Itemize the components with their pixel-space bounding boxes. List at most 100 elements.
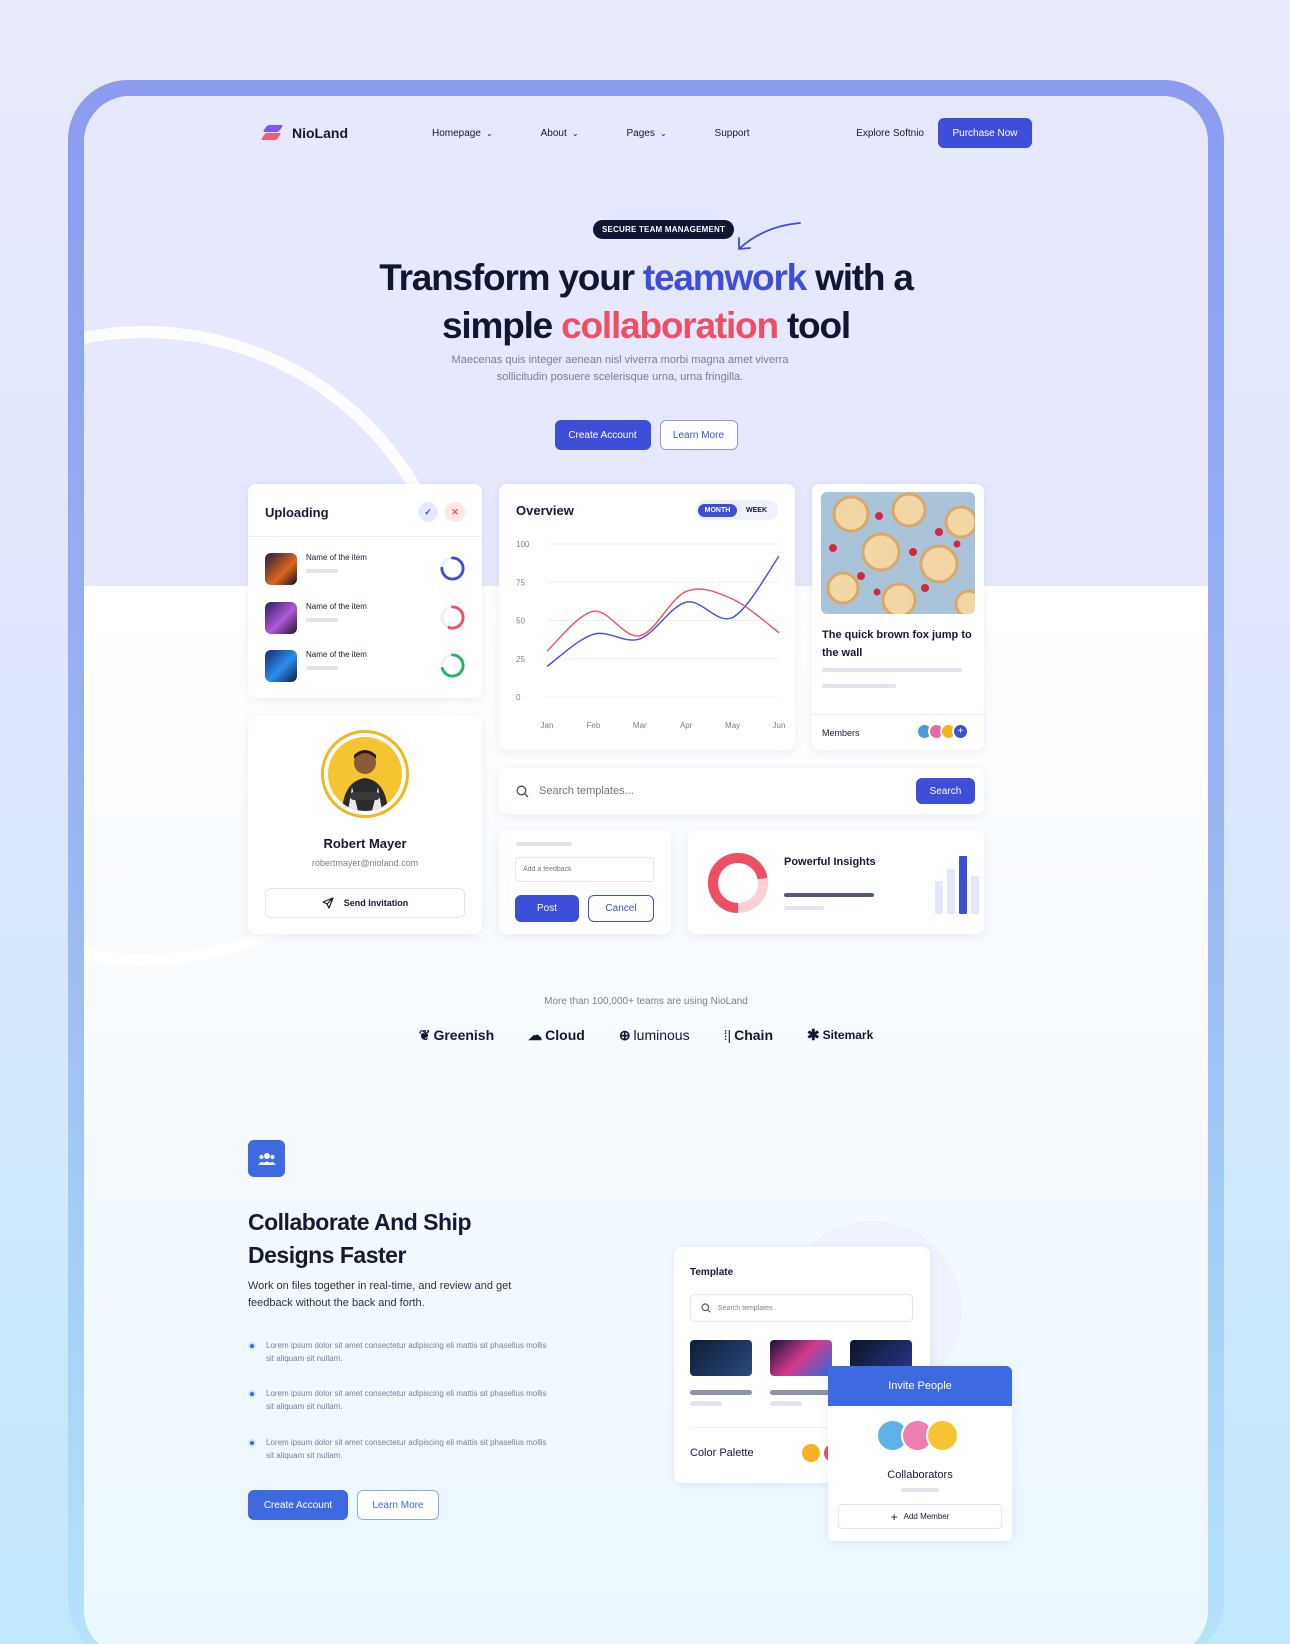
x-tick-label: Jun xyxy=(773,721,786,730)
uploading-card: Uploading ✓ ✕ Name of the item Name of t… xyxy=(248,484,482,698)
divider xyxy=(248,536,482,537)
template-title: Template xyxy=(690,1267,734,1278)
plus-icon: + xyxy=(890,1509,898,1524)
profile-card: Robert Mayer robertmayer@nioland.com Sen… xyxy=(248,716,482,934)
feature-create-account-button[interactable]: Create Account xyxy=(248,1490,348,1520)
member-avatars: + xyxy=(916,723,969,740)
insights-bars-icon xyxy=(935,856,979,914)
brand-logos: ❦ Greenish ☁ Cloud ⊕ luminous ⁞| Chain ✱ Site… xyxy=(84,1026,1208,1045)
color-palette-label: Color Palette xyxy=(690,1447,754,1459)
search-icon xyxy=(516,785,529,797)
y-tick-label: 50 xyxy=(516,617,525,626)
feature-bullet: Lorem ipsum dolor sit amet consectetur a… xyxy=(248,1387,548,1413)
send-invitation-button[interactable]: Send Invitation xyxy=(265,888,465,918)
invite-card: Invite People Collaborators + Add Member xyxy=(828,1366,1012,1541)
create-account-button[interactable]: Create Account xyxy=(554,420,651,450)
chevron-down-icon: ⌄ xyxy=(571,128,579,138)
insights-donut xyxy=(708,853,768,913)
explore-link[interactable]: Explore Softnio xyxy=(856,128,924,139)
item-thumbnail xyxy=(265,602,297,634)
brand-chain: ⁞| Chain xyxy=(723,1027,773,1043)
upload-item[interactable]: Name of the item xyxy=(265,650,367,682)
progress-ring xyxy=(440,653,465,678)
upload-item[interactable]: Name of the item xyxy=(265,602,367,634)
profile-email: robertmayer@nioland.com xyxy=(311,858,419,868)
item-name: Name of the item xyxy=(306,602,367,611)
asterisk-icon: ✱ xyxy=(807,1027,820,1044)
plus-circle-icon: ⊕ xyxy=(618,1026,631,1043)
brand-sitemark: ✱ Sitemark xyxy=(807,1027,874,1044)
food-image xyxy=(821,492,975,614)
hero-badge: SECURE TEAM MANAGEMENT xyxy=(593,220,735,239)
avatar xyxy=(321,730,409,818)
learn-more-button[interactable]: Learn More xyxy=(659,420,738,450)
x-tick-label: May xyxy=(725,721,740,730)
add-member-button[interactable]: + Add Member xyxy=(838,1504,1002,1529)
purchase-button[interactable]: Purchase Now xyxy=(938,118,1032,148)
article-title: The quick brown fox jump to the wall xyxy=(822,629,972,659)
y-tick-label: 25 xyxy=(516,655,525,664)
template-thumbnail[interactable] xyxy=(690,1340,752,1376)
search-card: Search xyxy=(499,768,984,814)
y-tick-label: 75 xyxy=(516,578,525,587)
item-name: Name of the item xyxy=(306,650,367,659)
upload-item[interactable]: Name of the item xyxy=(265,553,367,585)
nav-link-homepage[interactable]: Homepage ⌄ xyxy=(432,128,493,139)
overview-card: Overview MONTH WEEK 100 75 50 25 0 Jan Feb Mar A… xyxy=(499,484,795,750)
period-toggle: MONTH WEEK xyxy=(696,500,778,520)
check-icon[interactable]: ✓ xyxy=(418,502,438,522)
brand-greenish: ❦ Greenish xyxy=(418,1026,495,1044)
toggle-month[interactable]: MONTH xyxy=(698,503,737,517)
close-icon[interactable]: ✕ xyxy=(445,502,465,522)
x-tick-label: Feb xyxy=(587,721,601,730)
feature-title: Collaborate And Ship Designs Faster xyxy=(248,1209,472,1268)
x-tick-label: Apr xyxy=(680,721,693,730)
post-button[interactable]: Post xyxy=(515,895,579,922)
cloud-icon: ☁ xyxy=(528,1026,543,1043)
nav-link-pages[interactable]: Pages ⌄ xyxy=(626,128,666,139)
uploading-title: Uploading xyxy=(265,504,329,520)
logo[interactable]: NioLand xyxy=(260,123,348,143)
avatar xyxy=(926,1419,959,1452)
brand-luminous: ⊕ luminous xyxy=(618,1026,690,1044)
progress-ring xyxy=(440,605,465,630)
x-tick-label: Jan xyxy=(541,721,554,730)
page: NioLand Homepage ⌄ About ⌄ Pages ⌄ Support … xyxy=(84,96,1208,1644)
overview-line-chart: 100 75 50 25 0 Jan Feb Mar Apr May Jun xyxy=(516,540,786,730)
y-tick-label: 0 xyxy=(516,693,521,702)
template-thumbnail[interactable] xyxy=(770,1340,832,1376)
toggle-week[interactable]: WEEK xyxy=(737,504,776,517)
article-card: The quick brown fox jump to the wall Mem… xyxy=(812,484,984,750)
insights-title: Powerful Insights xyxy=(784,856,876,868)
feature-learn-more-button[interactable]: Learn More xyxy=(357,1490,439,1520)
team-icon xyxy=(248,1140,285,1177)
search-button[interactable]: Search xyxy=(916,778,975,804)
chain-icon: ⁞| xyxy=(723,1027,732,1043)
item-thumbnail xyxy=(265,650,297,682)
insights-card: Powerful Insights xyxy=(688,830,984,934)
x-tick-label: Mar xyxy=(633,721,647,730)
nav-right: Explore Softnio Purchase Now xyxy=(856,118,1032,148)
hero-title: Transform your teamwork with a simple co… xyxy=(379,257,914,346)
feature-bullet: Lorem ipsum dolor sit amet consectetur a… xyxy=(248,1436,548,1462)
palette-swatch[interactable] xyxy=(802,1444,820,1462)
nav-links: Homepage ⌄ About ⌄ Pages ⌄ Support xyxy=(432,128,750,139)
progress-ring xyxy=(440,556,465,581)
feature-bullet: Lorem ipsum dolor sit amet consectetur a… xyxy=(248,1339,548,1365)
search-input[interactable] xyxy=(539,785,916,797)
feature-description: Work on files together in real-time, and… xyxy=(248,1280,512,1309)
template-search[interactable]: Search templates . xyxy=(690,1294,913,1322)
nav-link-about[interactable]: About ⌄ xyxy=(541,128,579,139)
members-label: Members xyxy=(822,728,860,738)
item-name: Name of the item xyxy=(306,553,367,562)
leaf-icon: ❦ xyxy=(418,1026,431,1043)
hero-subtitle: Maecenas quis integer aenean nisl viverr… xyxy=(451,354,789,383)
nav-link-support[interactable]: Support xyxy=(715,128,750,139)
feedback-card: Post Cancel xyxy=(499,830,671,934)
brand-cloud: ☁ Cloud xyxy=(528,1026,585,1044)
add-member-icon[interactable]: + xyxy=(952,723,969,740)
cancel-button[interactable]: Cancel xyxy=(588,895,654,922)
feedback-input[interactable] xyxy=(515,857,654,882)
series-line-0 xyxy=(546,555,780,667)
arrow-icon xyxy=(738,222,801,250)
